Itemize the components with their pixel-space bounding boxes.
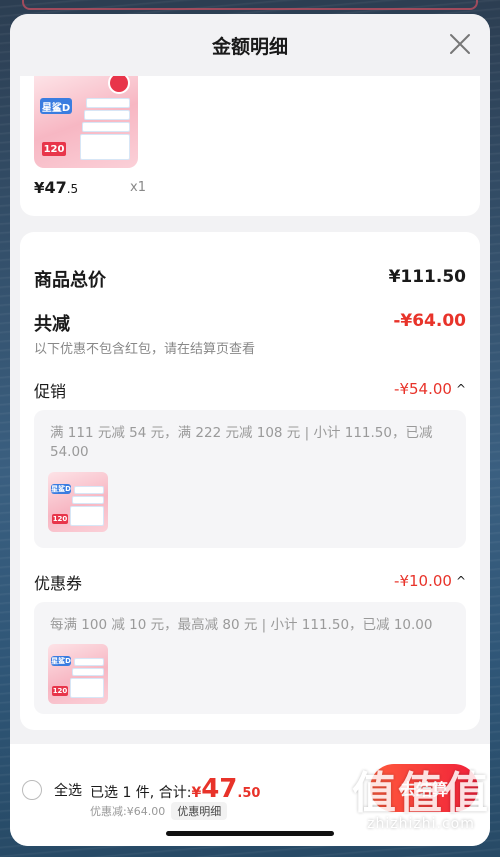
checkout-summary: 已选 1 件, 合计: ¥47.50 — [90, 774, 261, 804]
radio-icon[interactable] — [22, 780, 42, 800]
underlying-page-edge — [22, 0, 478, 10]
total-reduction-value: -¥64.00 — [393, 311, 466, 331]
chevron-up-icon: ^ — [455, 574, 466, 588]
promotion-label: 促销 — [34, 382, 67, 401]
amount-detail-sheet: 金额明细 星鲨D 120 ¥47.5 x1 商品总价 ¥111.50 共减 -¥… — [10, 14, 490, 846]
promotion-detail-box: 满 111 元减 54 元，满 222 元减 108 元 | 小计 111.50… — [34, 410, 466, 548]
discount-summary: 优惠减:¥64.00 优惠明细 — [90, 802, 228, 820]
product-card: 星鲨D 120 ¥47.5 x1 — [20, 76, 480, 216]
promotion-detail-text: 满 111 元减 54 元，满 222 元减 108 元 | 小计 111.50… — [50, 425, 433, 460]
coupon-label: 优惠券 — [34, 574, 83, 593]
checkout-total-dec: .50 — [237, 786, 261, 801]
promotion-toggle[interactable]: -¥54.00 ^ — [394, 380, 466, 398]
coupon-detail-box: 每满 100 减 10 元，最高减 80 元 | 小计 111.50，已减 10… — [34, 602, 466, 714]
promotion-value: -¥54.00 — [394, 380, 452, 398]
check-badge-icon — [108, 76, 130, 94]
promotion-product-thumbnail: 星鲨D 120 — [48, 472, 108, 532]
total-price-label: 商品总价 — [34, 270, 106, 291]
coupon-toggle[interactable]: -¥10.00 ^ — [394, 572, 466, 590]
watermark-text: zhizhizhi.com — [367, 816, 475, 832]
sheet-header: 金额明细 — [10, 14, 490, 76]
discount-text: 优惠减:¥64.00 — [90, 805, 166, 818]
discount-detail-button[interactable]: 优惠明细 — [171, 802, 228, 820]
price-breakdown-card: 商品总价 ¥111.50 共减 -¥64.00 以下优惠不包含红包，请在结算页查… — [20, 232, 480, 730]
coupon-detail-text: 每满 100 减 10 元，最高减 80 元 | 小计 111.50，已减 10… — [50, 617, 433, 633]
discount-note: 以下优惠不包含红包，请在结算页查看 — [34, 342, 256, 357]
product-image: 星鲨D 120 — [34, 76, 138, 168]
chevron-up-icon: ^ — [455, 382, 466, 396]
watermark: 值值值 zhizhizhi.com — [352, 768, 490, 833]
selected-count-text: 已选 1 件, 合计: — [90, 785, 192, 801]
close-icon[interactable] — [448, 32, 472, 56]
sheet-title: 金额明细 — [211, 35, 288, 58]
coupon-product-thumbnail: 星鲨D 120 — [48, 644, 108, 704]
product-price: ¥47.5 — [34, 178, 79, 197]
watermark-logo: 值值值 — [352, 768, 490, 819]
checkout-total-int: 47 — [201, 774, 238, 804]
pack-count-badge: 120 — [42, 142, 66, 156]
total-reduction-label: 共减 — [34, 314, 70, 335]
total-price-value: ¥111.50 — [388, 267, 466, 287]
product-quantity: x1 — [130, 180, 146, 195]
brand-logo: 星鲨D — [40, 98, 72, 114]
home-indicator — [166, 831, 334, 836]
select-all-label[interactable]: 全选 — [54, 780, 82, 800]
coupon-value: -¥10.00 — [394, 572, 452, 590]
